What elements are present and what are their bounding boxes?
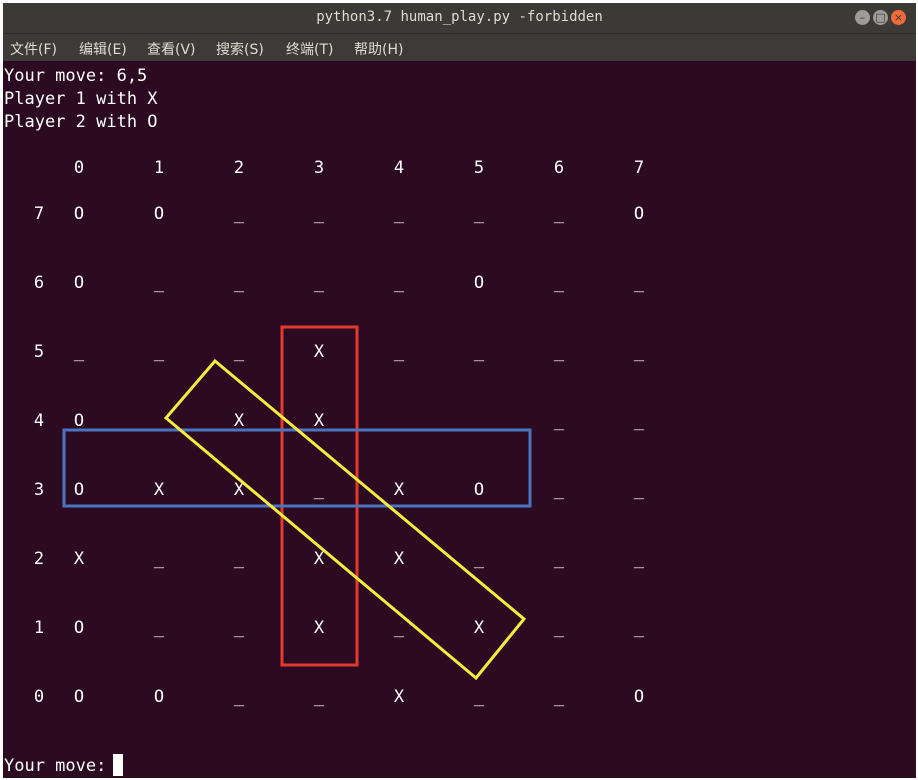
diagonal-line-highlight — [163, 358, 527, 681]
title-bar[interactable]: python3.7 human_play.py -forbidden – □ × — [3, 3, 916, 34]
highlight-overlay — [62, 325, 532, 681]
terminal-content[interactable]: Your move: 6,5 Player 1 with X Player 2 … — [3, 61, 916, 778]
horizontal-line-highlight — [62, 428, 532, 508]
minimize-icon[interactable]: – — [855, 10, 870, 25]
menu-file[interactable]: 文件(F) — [10, 39, 57, 59]
window-title: python3.7 human_play.py -forbidden — [316, 9, 603, 25]
menu-search[interactable]: 搜索(S) — [216, 39, 264, 59]
close-icon[interactable]: × — [891, 10, 906, 25]
menu-edit[interactable]: 编辑(E) — [79, 39, 127, 59]
text-cursor[interactable] — [113, 754, 123, 776]
menu-bar: 文件(F) 编辑(E) 查看(V) 搜索(S) 终端(T) 帮助(H) — [3, 34, 916, 61]
terminal-window: python3.7 human_play.py -forbidden – □ ×… — [3, 3, 916, 778]
menu-view[interactable]: 查看(V) — [147, 39, 196, 59]
input-prompt: Your move: — [4, 756, 117, 776]
menu-terminal[interactable]: 终端(T) — [286, 39, 333, 59]
maximize-icon[interactable]: □ — [873, 10, 888, 25]
menu-help[interactable]: 帮助(H) — [354, 39, 403, 59]
vertical-line-highlight — [280, 325, 359, 667]
